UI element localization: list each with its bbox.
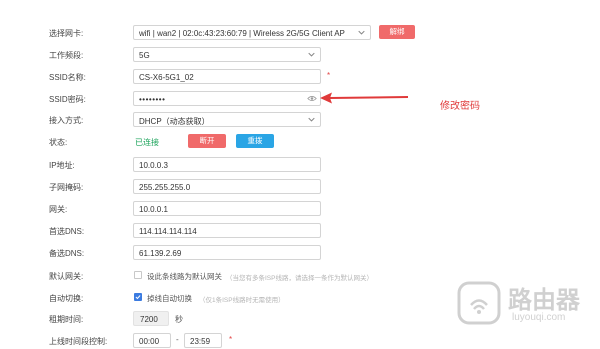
online-time-separator: - <box>176 335 179 344</box>
pwd-row: SSID密码: •••••••• <box>0 91 600 107</box>
chevron-down-icon <box>358 30 365 35</box>
dns2-row: 备选DNS: 61.139.2.69 <box>0 245 600 261</box>
default-gateway-checkbox[interactable] <box>134 271 142 279</box>
online-end-input[interactable]: 23:59 <box>184 333 222 348</box>
dns2-input[interactable]: 61.139.2.69 <box>133 245 321 260</box>
required-star: * <box>327 71 331 80</box>
ip-row: IP地址: 10.0.0.3 <box>0 157 600 173</box>
access-row: 接入方式: DHCP（动态获取） <box>0 112 600 128</box>
gateway-label: 网关: <box>49 205 68 214</box>
unbind-button[interactable]: 解绑 <box>379 25 415 39</box>
mask-input-value: 255.255.255.0 <box>139 183 191 192</box>
ssid-row: SSID名称: CS-X6-5G1_02 * <box>0 69 600 85</box>
annotation-text: 修改密码 <box>440 101 480 112</box>
checkmark-icon <box>135 295 141 300</box>
status-row: 状态: 已连接 断开 重拨 <box>0 134 600 150</box>
lease-input[interactable]: 7200 <box>133 311 169 326</box>
ip-input[interactable]: 10.0.0.3 <box>133 157 321 172</box>
online-end-value: 23:59 <box>190 337 211 346</box>
ip-input-value: 10.0.0.3 <box>139 161 168 170</box>
ssid-label: SSID名称: <box>49 73 86 82</box>
watermark: 路由器 luyouqi.com <box>456 276 596 336</box>
mask-label: 子网掩码: <box>49 183 84 192</box>
lease-unit: 秒 <box>175 315 183 324</box>
default-gateway-check-label: 设此条线路为默认网关 <box>147 272 222 281</box>
ip-label: IP地址: <box>49 161 75 170</box>
nic-row: 选择网卡: wifi | wan2 | 02:0c:43:23:60:79 | … <box>0 25 600 41</box>
redial-button[interactable]: 重拨 <box>236 134 274 148</box>
access-select[interactable]: DHCP（动态获取） <box>133 112 321 127</box>
dns2-label: 备选DNS: <box>49 249 85 258</box>
gateway-input-value: 10.0.0.1 <box>139 205 168 214</box>
nic-select-value: wifi | wan2 | 02:0c:43:23:60:79 | Wirele… <box>139 29 345 38</box>
required-star: * <box>229 335 233 344</box>
chevron-down-icon <box>308 52 315 57</box>
access-select-value: DHCP（动态获取） <box>139 117 210 126</box>
auto-switch-check-label: 掉线自动切换 <box>147 294 192 303</box>
disconnect-button[interactable]: 断开 <box>188 134 226 148</box>
dns1-input-value: 114.114.114.114 <box>139 227 197 236</box>
dns1-label: 首选DNS: <box>49 227 85 236</box>
dns1-row: 首选DNS: 114.114.114.114 <box>0 223 600 239</box>
online-start-input[interactable]: 00:00 <box>133 333 171 348</box>
status-value: 已连接 <box>135 138 159 147</box>
mask-input[interactable]: 255.255.255.0 <box>133 179 321 194</box>
lease-label: 租期时间: <box>49 315 84 324</box>
online-time-label: 上线时间段控制: <box>49 337 108 346</box>
nic-label: 选择网卡: <box>49 29 84 38</box>
auto-switch-hint: （仅1条ISP线路时无需使用） <box>199 297 285 304</box>
default-gateway-label: 默认网关: <box>49 272 84 281</box>
password-input-value: •••••••• <box>139 95 166 104</box>
access-label: 接入方式: <box>49 116 84 125</box>
dns1-input[interactable]: 114.114.114.114 <box>133 223 321 238</box>
auto-switch-checkbox[interactable] <box>134 293 142 301</box>
mask-row: 子网掩码: 255.255.255.0 <box>0 179 600 195</box>
ssid-input-value: CS-X6-5G1_02 <box>139 73 194 82</box>
lease-input-value: 7200 <box>140 315 158 324</box>
band-label: 工作频段: <box>49 51 84 60</box>
nic-select[interactable]: wifi | wan2 | 02:0c:43:23:60:79 | Wirele… <box>133 25 371 40</box>
password-input[interactable]: •••••••• <box>133 91 321 106</box>
online-start-value: 00:00 <box>139 337 160 346</box>
router-logo-icon <box>457 281 501 325</box>
default-gateway-hint: （当您有多条ISP线路，请选择一条作为默认网关） <box>226 275 373 282</box>
auto-switch-label: 自动切换: <box>49 294 84 303</box>
annotation-arrow <box>320 92 409 104</box>
watermark-sub: luyouqi.com <box>512 312 566 323</box>
eye-icon[interactable] <box>307 95 317 102</box>
band-select[interactable]: 5G <box>133 47 321 62</box>
gateway-row: 网关: 10.0.0.1 <box>0 201 600 217</box>
status-label: 状态: <box>49 138 68 147</box>
band-select-value: 5G <box>139 51 150 60</box>
pwd-label: SSID密码: <box>49 95 86 104</box>
ssid-input[interactable]: CS-X6-5G1_02 <box>133 69 321 84</box>
watermark-title: 路由器 <box>508 287 580 314</box>
dns2-input-value: 61.139.2.69 <box>139 249 182 258</box>
gateway-input[interactable]: 10.0.0.1 <box>133 201 321 216</box>
chevron-down-icon <box>308 117 315 122</box>
band-row: 工作频段: 5G <box>0 47 600 63</box>
